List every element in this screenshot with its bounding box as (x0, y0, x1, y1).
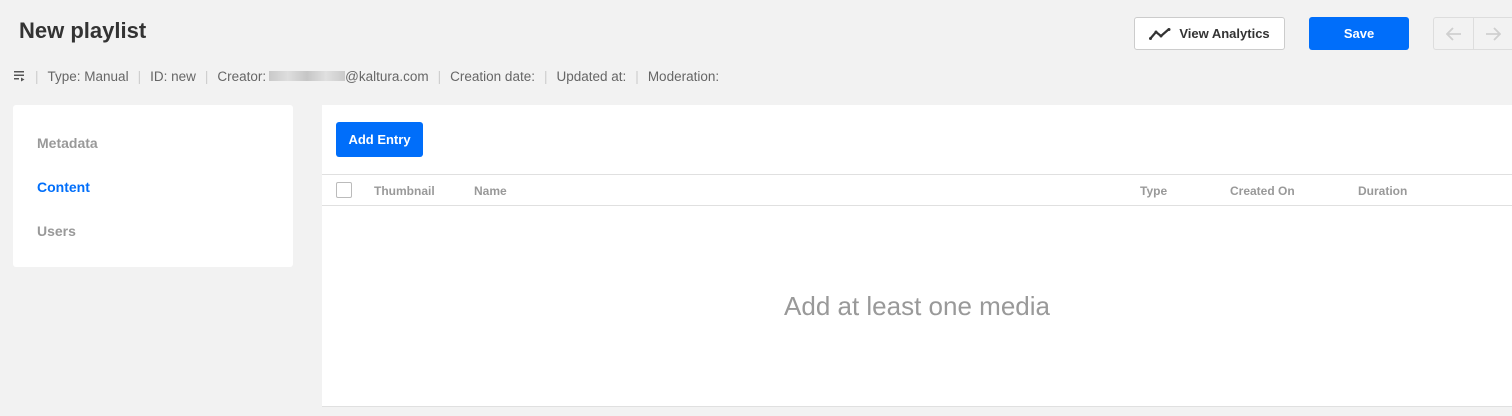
section-sidebar: Metadata Content Users (13, 105, 293, 267)
meta-separator: | (137, 68, 142, 84)
analytics-line-icon (1149, 27, 1171, 40)
meta-separator: | (35, 68, 39, 84)
save-button[interactable]: Save (1309, 17, 1409, 50)
select-all-checkbox[interactable] (336, 182, 352, 198)
meta-type: Type: Manual (47, 68, 129, 84)
meta-updated-at: Updated at: (556, 68, 627, 84)
column-header-type[interactable]: Type (1140, 184, 1167, 198)
table-header: Thumbnail Name Type Created On Duration (322, 174, 1512, 206)
meta-creator-domain: @kaltura.com (345, 68, 429, 84)
page-title: New playlist (19, 18, 147, 43)
column-header-duration[interactable]: Duration (1358, 184, 1407, 198)
column-header-name[interactable]: Name (474, 184, 507, 198)
next-entry-button[interactable] (1473, 18, 1512, 49)
content-panel: Add Entry Thumbnail Name Type Created On… (322, 105, 1512, 407)
arrow-right-icon (1486, 26, 1501, 41)
meta-id: ID: new (150, 68, 196, 84)
arrow-left-icon (1445, 26, 1461, 41)
column-header-created-on[interactable]: Created On (1230, 184, 1295, 198)
meta-separator: | (204, 68, 209, 84)
meta-separator: | (543, 68, 548, 84)
sidebar-item-content[interactable]: Content (37, 179, 90, 195)
redacted-creator-name (269, 71, 346, 81)
add-entry-button[interactable]: Add Entry (336, 122, 423, 157)
meta-separator: | (437, 68, 442, 84)
sidebar-item-users[interactable]: Users (37, 223, 76, 239)
meta-creation-date: Creation date: (450, 68, 535, 84)
meta-moderation: Moderation: (647, 68, 720, 84)
view-analytics-label: View Analytics (1179, 26, 1270, 41)
playlist-icon (14, 71, 25, 82)
sidebar-item-metadata[interactable]: Metadata (37, 135, 98, 151)
empty-state-message: Add at least one media (784, 291, 1050, 321)
playlist-meta-bar: | Type: Manual | ID: new | Creator: @kal… (14, 66, 719, 86)
column-header-thumbnail[interactable]: Thumbnail (374, 184, 435, 198)
view-analytics-button[interactable]: View Analytics (1134, 17, 1285, 50)
meta-separator: | (635, 68, 639, 84)
meta-creator-prefix: Creator: (217, 68, 267, 84)
previous-entry-button[interactable] (1434, 18, 1473, 49)
entry-navigation (1433, 17, 1512, 50)
